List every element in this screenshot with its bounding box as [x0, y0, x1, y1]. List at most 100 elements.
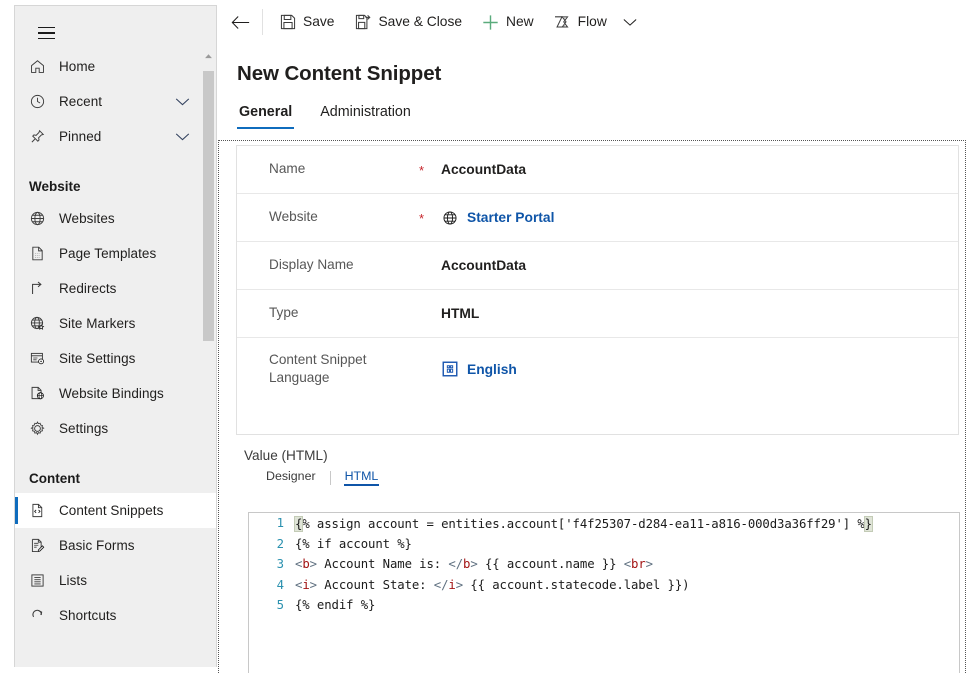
form-row-website: Website * Starter Portal	[237, 194, 958, 242]
sidebar-item-site-markers[interactable]: Site Markers	[15, 306, 217, 341]
sidebar-item-label: Content Snippets	[59, 503, 163, 518]
code-line: 4 <i> Account State: </i> {{ account.sta…	[249, 575, 959, 596]
sidebar-item-settings[interactable]: Settings	[15, 411, 217, 446]
chevron-down-icon[interactable]	[175, 132, 190, 141]
required-asterisk: *	[419, 210, 441, 225]
scroll-up-arrow-icon[interactable]	[202, 49, 215, 62]
nav-spacer	[15, 446, 217, 458]
sidebar-item-label: Shortcuts	[59, 608, 116, 623]
flow-button[interactable]: Flow	[545, 4, 616, 40]
required-asterisk	[419, 368, 441, 370]
save-button[interactable]: Save	[270, 4, 343, 40]
form-row-content-snippet-language: Content Snippet Language English	[237, 338, 958, 400]
website-field-value[interactable]: Starter Portal	[441, 209, 554, 227]
back-button[interactable]	[218, 0, 262, 44]
shortcut-icon	[29, 607, 59, 624]
hamburger-line	[38, 38, 55, 40]
sidebar-item-label: Basic Forms	[59, 538, 135, 553]
code-line-text: {% endif %}	[295, 598, 375, 612]
save-button-label: Save	[303, 15, 334, 29]
main-content-pane: New Content Snippet General Administrati…	[218, 44, 980, 673]
hamburger-line	[38, 32, 55, 34]
form-edit-icon	[29, 537, 59, 554]
sidebar-item-redirects[interactable]: Redirects	[15, 271, 217, 306]
left-navigation-pane: Home Recent Pinned	[14, 5, 217, 667]
sidebar-item-lists[interactable]: Lists	[15, 563, 217, 598]
code-line-text: <b> Account Name is: </b> {{ account.nam…	[295, 557, 653, 571]
text-cursor	[872, 516, 873, 530]
html-code-editor[interactable]: 1 {% assign account = entities.account['…	[248, 512, 960, 673]
tab-designer[interactable]: Designer	[266, 469, 316, 486]
sidebar-item-label: Recent	[59, 94, 102, 109]
sidebar-scrollbar[interactable]	[202, 49, 215, 352]
site-map-hamburger-button[interactable]	[29, 18, 63, 48]
editor-mode-tabs: Designer HTML	[236, 469, 959, 486]
sidebar-item-page-templates[interactable]: Page Templates	[15, 236, 217, 271]
required-asterisk	[419, 265, 441, 267]
value-html-label: Value (HTML)	[236, 448, 959, 463]
new-button[interactable]: New	[473, 4, 543, 40]
sidebar-scrollbar-thumb[interactable]	[203, 71, 214, 341]
sidebar-item-content-snippets[interactable]: Content Snippets	[15, 493, 217, 528]
chevron-down-icon[interactable]	[175, 97, 190, 106]
plus-icon	[482, 14, 499, 31]
sidebar-group-website: Website	[15, 166, 217, 201]
tab-html[interactable]: HTML	[345, 469, 379, 486]
website-binding-icon	[29, 385, 59, 402]
sidebar-item-site-settings[interactable]: Site Settings	[15, 341, 217, 376]
sidebar-item-label: Page Templates	[59, 246, 156, 261]
sidebar-item-website-bindings[interactable]: Website Bindings	[15, 376, 217, 411]
save-and-close-button[interactable]: Save & Close	[345, 4, 471, 40]
form-field-label: Content Snippet Language	[269, 351, 419, 388]
code-line: 3 <b> Account Name is: </b> {{ account.n…	[249, 554, 959, 575]
website-link-text: Starter Portal	[467, 210, 554, 225]
flow-chevron-down-icon[interactable]	[617, 4, 643, 40]
nav-spacer	[15, 154, 217, 166]
required-asterisk: *	[419, 162, 441, 177]
save-close-icon	[354, 14, 371, 31]
sidebar-item-shortcuts[interactable]: Shortcuts	[15, 598, 217, 633]
required-asterisk	[419, 313, 441, 315]
app-root: Home Recent Pinned	[0, 0, 980, 673]
code-line: 5 {% endif %}	[249, 595, 959, 616]
form-field-label: Name	[269, 160, 419, 178]
navigation-scroll-region: Home Recent Pinned	[15, 49, 217, 667]
site-settings-icon	[29, 350, 59, 367]
code-line: 2 {% if account %}	[249, 534, 959, 555]
value-html-section: Value (HTML) Designer HTML	[236, 448, 959, 494]
tab-general[interactable]: General	[237, 104, 294, 129]
sidebar-item-label: Site Settings	[59, 351, 135, 366]
pin-icon	[29, 128, 59, 145]
type-field-value[interactable]: HTML	[441, 306, 479, 321]
sidebar-item-basic-forms[interactable]: Basic Forms	[15, 528, 217, 563]
sidebar-item-label: Websites	[59, 211, 115, 226]
sidebar-item-recent[interactable]: Recent	[15, 84, 217, 119]
content-snippet-language-field-value[interactable]: English	[441, 360, 517, 378]
code-line-text: {% assign account = entities.account['f4…	[295, 516, 873, 531]
code-line-number: 2	[249, 537, 295, 551]
hamburger-line	[38, 27, 55, 29]
name-field-value[interactable]: AccountData	[441, 162, 526, 177]
sidebar-item-label: Site Markers	[59, 316, 135, 331]
list-icon	[29, 572, 59, 589]
code-line-number: 1	[249, 516, 295, 530]
display-name-field-value[interactable]: AccountData	[441, 258, 526, 273]
tab-administration[interactable]: Administration	[318, 104, 413, 129]
form-tabs: General Administration	[237, 104, 437, 129]
command-bar-divider	[262, 9, 263, 35]
code-line-text: <i> Account State: </i> {{ account.state…	[295, 578, 689, 592]
command-bar: Save Save & Close New	[218, 0, 980, 44]
page-template-icon	[29, 245, 59, 262]
code-line-number: 3	[249, 557, 295, 571]
flow-button-label: Flow	[578, 15, 607, 29]
clock-icon	[29, 93, 59, 110]
sidebar-item-home[interactable]: Home	[15, 49, 217, 84]
form-row-display-name: Display Name AccountData	[237, 242, 958, 290]
form-field-label: Website	[269, 208, 419, 226]
gear-icon	[29, 420, 59, 437]
page-title: New Content Snippet	[237, 62, 441, 86]
sidebar-item-label: Redirects	[59, 281, 116, 296]
sidebar-item-websites[interactable]: Websites	[15, 201, 217, 236]
form-row-name: Name * AccountData	[237, 146, 958, 194]
sidebar-item-pinned[interactable]: Pinned	[15, 119, 217, 154]
